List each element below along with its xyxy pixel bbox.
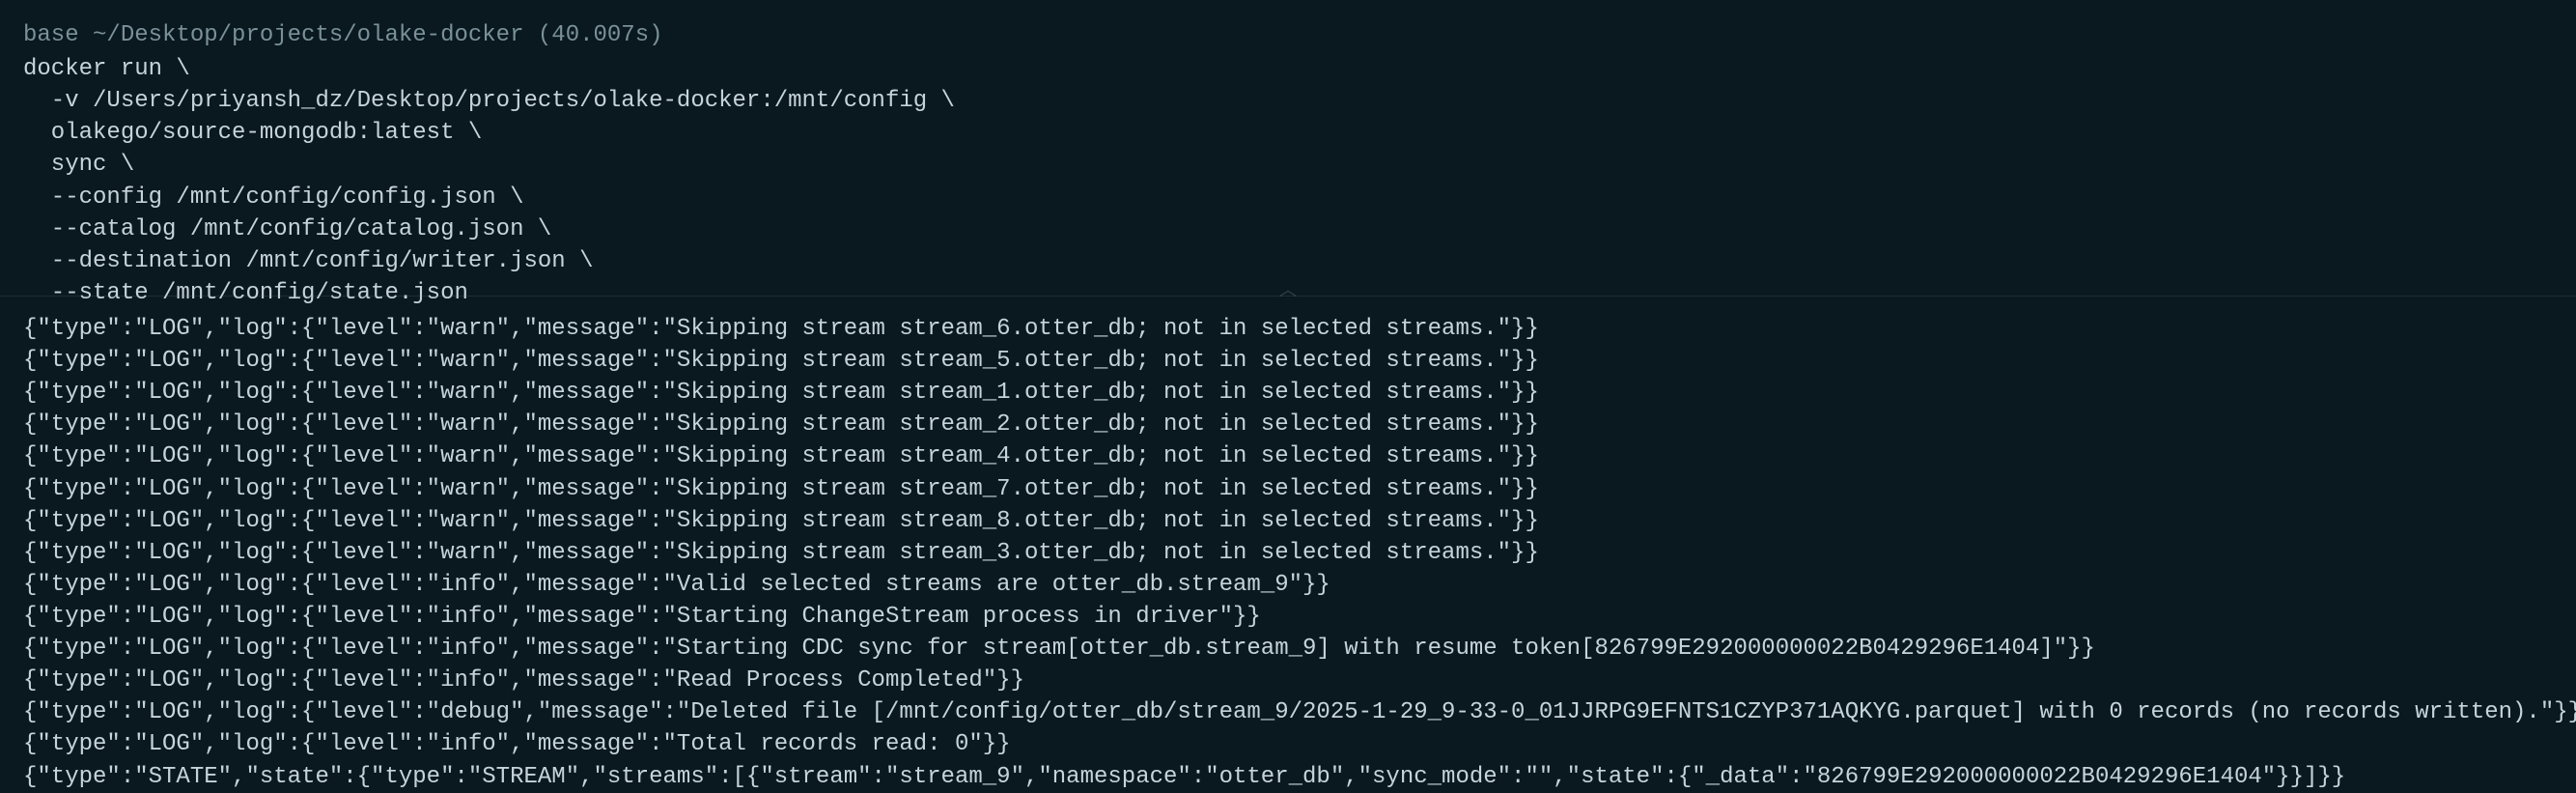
log-line: {"type":"LOG","log":{"level":"debug","me…: [23, 696, 2553, 728]
command-line: --destination /mnt/config/writer.json \: [23, 245, 2553, 277]
log-line: {"type":"LOG","log":{"level":"warn","mes…: [23, 377, 2553, 409]
command-line: sync \: [23, 149, 2553, 181]
log-line: {"type":"LOG","log":{"level":"warn","mes…: [23, 440, 2553, 472]
log-line: {"type":"LOG","log":{"level":"warn","mes…: [23, 345, 2553, 377]
log-line: {"type":"LOG","log":{"level":"warn","mes…: [23, 313, 2553, 345]
command-block: docker run \ -v /Users/priyansh_dz/Deskt…: [23, 53, 2553, 309]
shell-prompt: base ~/Desktop/projects/olake-docker (40…: [23, 19, 2553, 51]
command-line: --config /mnt/config/config.json \: [23, 182, 2553, 213]
log-line: {"type":"LOG","log":{"level":"warn","mes…: [23, 505, 2553, 537]
log-line: {"type":"LOG","log":{"level":"info","mes…: [23, 728, 2553, 760]
log-line: {"type":"LOG","log":{"level":"warn","mes…: [23, 473, 2553, 505]
command-line: --catalog /mnt/config/catalog.json \: [23, 213, 2553, 245]
log-line: {"type":"LOG","log":{"level":"warn","mes…: [23, 409, 2553, 440]
log-line: {"type":"LOG","log":{"level":"warn","mes…: [23, 537, 2553, 569]
output-block: {"type":"LOG","log":{"level":"warn","mes…: [23, 313, 2553, 793]
command-line: docker run \: [23, 53, 2553, 85]
log-line: {"type":"STATE","state":{"type":"STREAM"…: [23, 761, 2553, 793]
log-line: {"type":"LOG","log":{"level":"info","mes…: [23, 601, 2553, 633]
log-line: {"type":"LOG","log":{"level":"info","mes…: [23, 633, 2553, 665]
command-line: -v /Users/priyansh_dz/Desktop/projects/o…: [23, 85, 2553, 117]
log-line: {"type":"LOG","log":{"level":"info","mes…: [23, 569, 2553, 601]
command-line: olakego/source-mongodb:latest \: [23, 117, 2553, 149]
log-line: {"type":"LOG","log":{"level":"info","mes…: [23, 665, 2553, 696]
chevron-up-icon[interactable]: ︿: [1279, 280, 1297, 304]
